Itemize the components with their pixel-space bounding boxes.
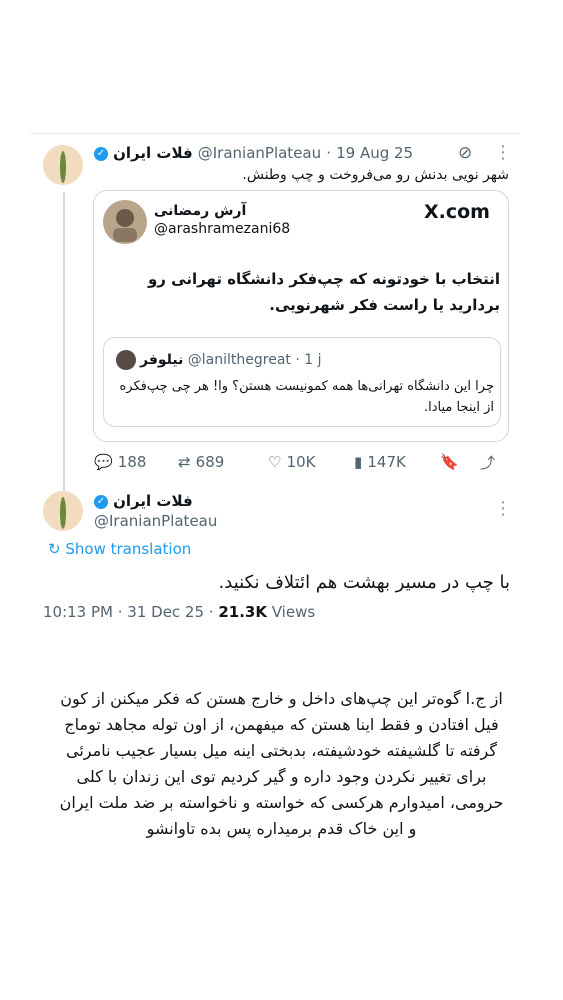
views-count: 21.3K (218, 603, 267, 621)
bookmark-icon[interactable]: 🔖 (440, 452, 459, 471)
display-name[interactable]: فلات ایران (113, 144, 193, 162)
views-label: Views (266, 603, 316, 621)
tweet-time[interactable]: 10:13 PM · 31 Dec 25 · (43, 603, 218, 621)
tweet-date[interactable]: 19 Aug 25 (336, 144, 413, 162)
main-tweet-name-row: ✓ فلات ایران (94, 491, 193, 510)
show-translation-label: Show translation (65, 540, 192, 558)
card-author-name: آرش رمضانی (154, 203, 247, 219)
show-translation-button[interactable]: ↻ Show translation (48, 540, 191, 558)
action-bar: 💬 188 ⇄ 689 ♡ 10K ▮ 147K 🔖 ⤴ (94, 452, 504, 472)
more-dots-icon[interactable]: ⋮ (494, 498, 512, 519)
heart-icon: ♡ (268, 453, 282, 471)
nested-time: 1 j (304, 352, 322, 368)
avatar[interactable] (43, 145, 83, 185)
no-entry-circle-icon[interactable]: ⊘ (458, 143, 472, 163)
card-author-handle: @arashramezani68 (154, 221, 291, 237)
avatar (103, 200, 147, 244)
like-button[interactable]: ♡ 10K (268, 452, 315, 471)
more-dots-icon[interactable]: ⋮ (494, 142, 512, 163)
reply-icon: 💬 (94, 453, 113, 471)
verified-icon: ✓ (94, 146, 108, 161)
views-count: 147K (367, 453, 406, 471)
retweet-icon: ⇄ (178, 453, 191, 471)
thread-line (63, 193, 65, 493)
tweet-meta: 10:13 PM · 31 Dec 25 · 21.3K Views (43, 603, 315, 621)
caption-text: از ج.ا گوه‌تر این چپ‌های داخل و خارج هست… (59, 689, 504, 838)
verified-icon: ✓ (94, 494, 108, 509)
main-tweet-text: با چپ در مسیر بهشت هم ائتلاف نکنید. (218, 572, 510, 593)
like-count: 10K (286, 453, 316, 471)
handle[interactable]: @IranianPlateau (198, 144, 321, 162)
divider (30, 133, 520, 134)
reply-button[interactable]: 💬 188 (94, 452, 146, 471)
x-logo: X.com (424, 201, 490, 223)
quoted-tweet-text: شهر نویی بدنش رو می‌فروخت و چپ وطنش. (242, 167, 509, 183)
retweet-button[interactable]: ⇄ 689 (178, 452, 224, 471)
retweet-count: 689 (195, 453, 225, 471)
card-text: انتخاب با خودتونه که چپ‌فکر دانشگاه تهرا… (147, 270, 500, 314)
reply-count: 188 (117, 453, 147, 471)
nested-author-name: نیلوفر (140, 352, 184, 368)
handle[interactable]: @IranianPlateau (94, 512, 217, 530)
quoted-tweet-header: ✓ فلات ایران @IranianPlateau · 19 Aug 25 (94, 143, 494, 165)
display-name[interactable]: فلات ایران (113, 492, 193, 510)
nested-text: چرا این دانشگاه تهرانی‌ها همه کمونیست هس… (119, 379, 494, 415)
nested-header: نیلوفر @lanilthegreat · 1 j (140, 352, 322, 368)
share-icon[interactable]: ⤴ (480, 452, 495, 473)
avatar (116, 350, 136, 370)
chart-bars-icon: ▮ (354, 453, 363, 471)
views-button[interactable]: ▮ 147K (354, 452, 406, 471)
avatar[interactable] (43, 491, 83, 531)
nested-author-handle: @lanilthegreat (187, 352, 291, 368)
globe-icon: ↻ (48, 540, 61, 558)
